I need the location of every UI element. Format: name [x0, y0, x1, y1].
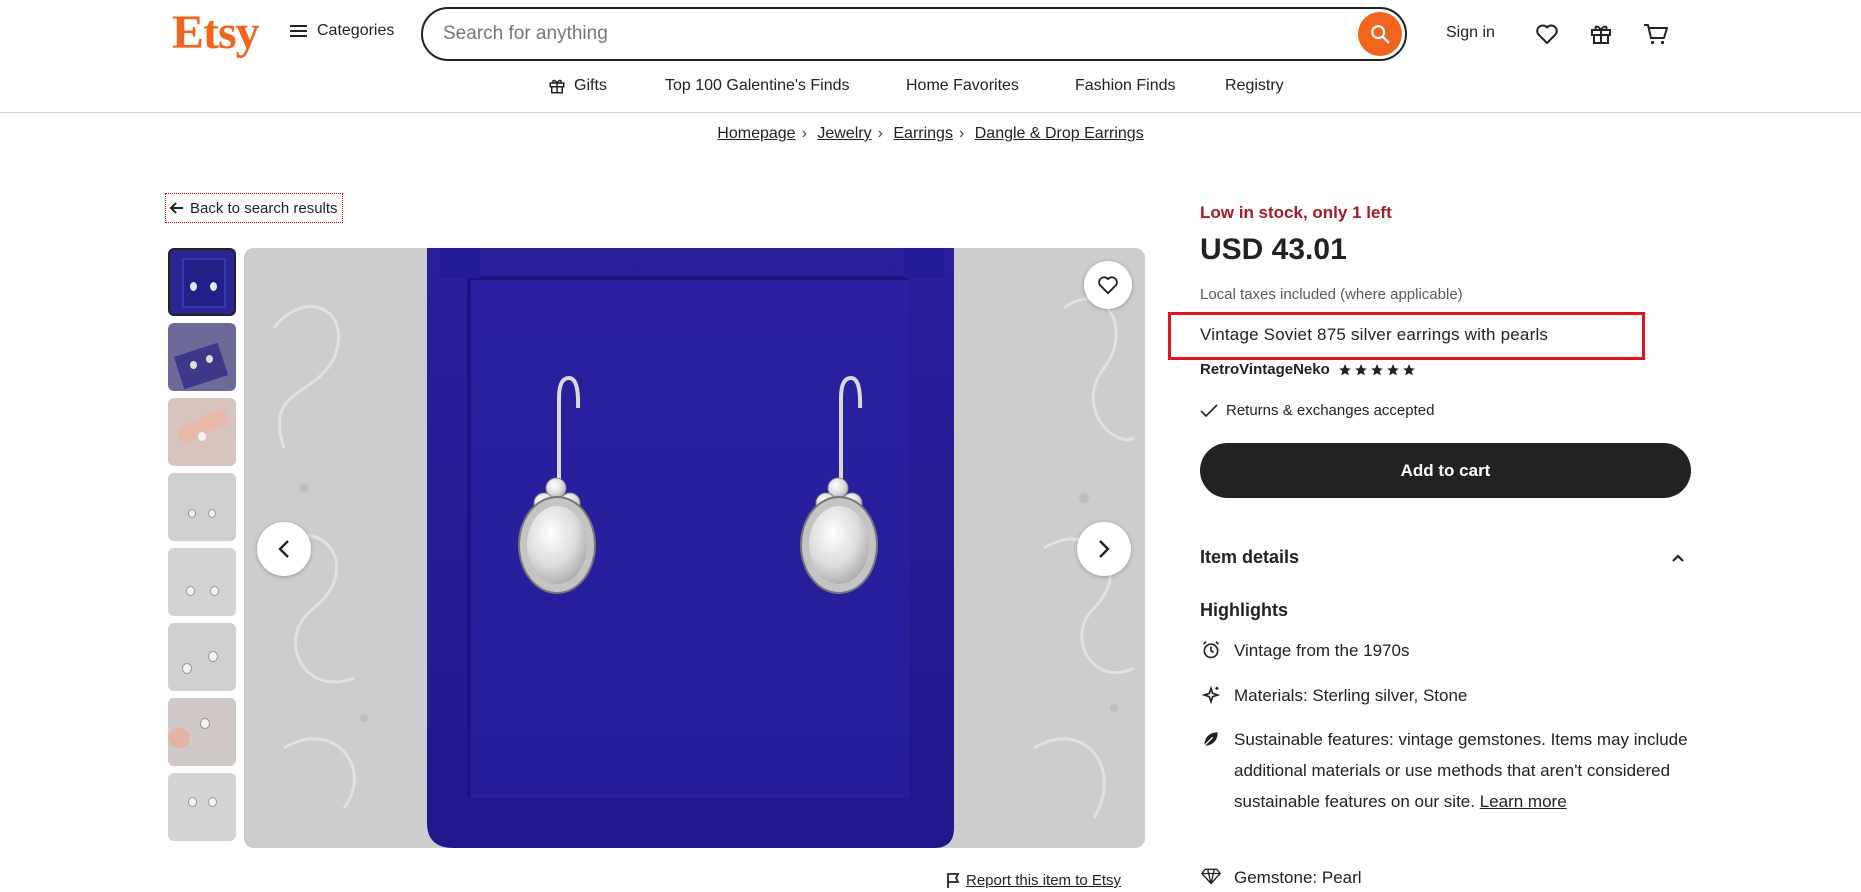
chevron-up-icon	[1672, 553, 1684, 562]
breadcrumb-dangle-drop[interactable]: Dangle & Drop Earrings	[975, 125, 1144, 142]
back-to-search-link[interactable]: Back to search results	[165, 193, 343, 223]
report-label: Report this item to Etsy	[966, 872, 1122, 889]
thumbnail-6[interactable]	[168, 623, 236, 691]
product-price: USD 43.01	[1200, 233, 1347, 266]
favorite-item-button[interactable]	[1084, 261, 1132, 309]
nav-item-label: Top 100 Galentine's Finds	[665, 77, 850, 94]
learn-more-link[interactable]: Learn more	[1480, 792, 1567, 811]
highlight-text: Sustainable features: vintage gemstones.…	[1234, 724, 1691, 817]
star-icon	[1354, 363, 1367, 376]
cart-button[interactable]	[1642, 20, 1670, 48]
leaf-icon	[1203, 732, 1218, 747]
thumbnail-3[interactable]	[168, 398, 236, 466]
thumbnail-1[interactable]	[168, 248, 236, 316]
thumbnail-7[interactable]	[168, 698, 236, 766]
gem-icon	[1201, 868, 1221, 885]
chevron-left-icon	[278, 540, 289, 558]
flag-icon	[947, 872, 960, 888]
star-icon	[1402, 363, 1415, 376]
star-icon	[1370, 363, 1383, 376]
nav-item-label: Gifts	[574, 77, 607, 94]
nav-item-label: Fashion Finds	[1075, 77, 1176, 94]
breadcrumb-jewelry[interactable]: Jewelry	[817, 125, 871, 142]
thumbnail-4[interactable]	[168, 473, 236, 541]
next-image-button[interactable]	[1077, 522, 1131, 576]
chevron-right-icon: ›	[877, 125, 883, 142]
nav-item-label: Registry	[1225, 77, 1284, 94]
item-details-header: Item details	[1200, 547, 1300, 567]
menu-icon	[290, 24, 307, 38]
search-input[interactable]	[443, 23, 1358, 45]
product-image[interactable]	[244, 248, 1145, 848]
gift-icon	[549, 79, 565, 94]
nav-item-registry[interactable]: Registry	[1225, 77, 1284, 95]
highlight-sustainable: Sustainable features: vintage gemstones.…	[1200, 724, 1691, 817]
cart-icon	[1644, 24, 1668, 45]
search-button[interactable]	[1358, 12, 1402, 56]
nav-item-home-favorites[interactable]: Home Favorites	[906, 77, 1019, 95]
search-bar	[421, 7, 1407, 61]
nav-item-galentines[interactable]: Top 100 Galentine's Finds	[665, 77, 850, 95]
etsy-logo[interactable]: Etsy	[172, 6, 260, 60]
rating-stars	[1338, 363, 1416, 377]
highlight-gemstone: Gemstone: Pearl	[1200, 862, 1691, 892]
breadcrumb-earrings[interactable]: Earrings	[893, 125, 953, 142]
product-title: Vintage Soviet 875 silver earrings with …	[1200, 325, 1549, 344]
highlight-text: Gemstone: Pearl	[1234, 868, 1362, 887]
alarm-clock-icon	[1202, 641, 1220, 659]
previous-image-button[interactable]	[257, 522, 311, 576]
site-header: Etsy Categories Sign in	[0, 0, 1861, 67]
highlight-materials: Materials: Sterling silver, Stone	[1200, 680, 1691, 711]
category-nav: Gifts Top 100 Galentine's Finds Home Fav…	[0, 67, 1861, 113]
highlights-title: Highlights	[1200, 600, 1288, 620]
thumbnail-2[interactable]	[168, 323, 236, 391]
breadcrumb: Homepage › Jewelry › Earrings › Dangle & Dr…	[0, 125, 1861, 143]
heart-icon	[1098, 276, 1118, 295]
nav-item-label: Home Favorites	[906, 77, 1019, 94]
sparkle-icon	[1201, 685, 1221, 705]
report-item-link[interactable]: Report this item to Etsy	[946, 872, 1121, 889]
thumbnail-strip	[168, 248, 238, 848]
highlight-text: Vintage from the 1970s	[1234, 641, 1410, 660]
nav-item-gifts[interactable]: Gifts	[548, 77, 607, 95]
returns-label: Returns & exchanges accepted	[1226, 402, 1435, 419]
returns-info: Returns & exchanges accepted	[1200, 402, 1434, 419]
gift-icon	[1591, 25, 1611, 44]
sustainable-text: Sustainable features: vintage gemstones.…	[1234, 730, 1688, 811]
thumbnail-8[interactable]	[168, 773, 236, 841]
gifts-button[interactable]	[1587, 20, 1615, 48]
categories-button[interactable]: Categories	[290, 22, 394, 40]
breadcrumb-homepage[interactable]: Homepage	[717, 125, 795, 142]
stock-status: Low in stock, only 1 left	[1200, 203, 1392, 222]
chevron-right-icon: ›	[958, 125, 965, 142]
thumbnail-5[interactable]	[168, 548, 236, 616]
item-details-toggle[interactable]: Item details	[1200, 547, 1691, 568]
chevron-right-icon	[1099, 540, 1110, 558]
taxes-note: Local taxes included (where applicable)	[1200, 286, 1463, 303]
back-label: Back to search results	[190, 199, 338, 217]
nav-item-fashion-finds[interactable]: Fashion Finds	[1075, 77, 1176, 95]
heart-icon	[1536, 24, 1558, 44]
highlight-text: Materials: Sterling silver, Stone	[1234, 686, 1468, 705]
earrings-photo	[244, 248, 1145, 848]
shop-link[interactable]: RetroVintageNeko	[1200, 361, 1416, 378]
arrow-left-icon	[170, 202, 183, 214]
add-to-cart-button[interactable]: Add to cart	[1200, 443, 1691, 498]
categories-label: Categories	[317, 22, 395, 39]
search-icon	[1371, 25, 1390, 44]
shop-name: RetroVintageNeko	[1200, 361, 1330, 378]
favorites-button[interactable]	[1533, 20, 1561, 48]
star-icon	[1386, 363, 1399, 376]
sign-in-link[interactable]: Sign in	[1446, 24, 1495, 42]
chevron-right-icon: ›	[801, 125, 807, 142]
star-icon	[1338, 363, 1351, 376]
checkmark-icon	[1200, 403, 1218, 417]
highlight-vintage: Vintage from the 1970s	[1200, 635, 1691, 666]
